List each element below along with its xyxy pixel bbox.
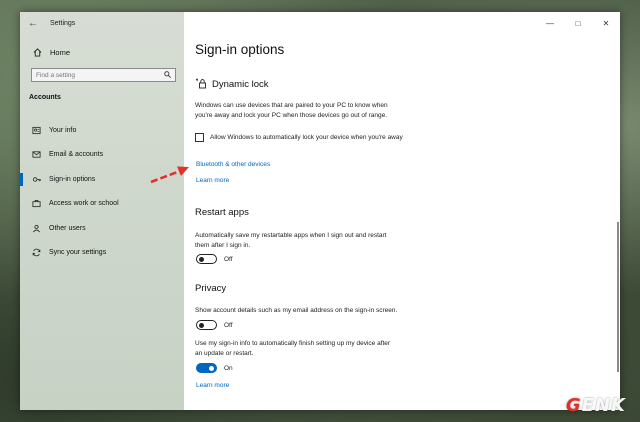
window-controls: — □ ✕ — [536, 12, 620, 34]
nav-home-label: Home — [50, 47, 71, 57]
nav-home[interactable]: Home — [20, 43, 184, 61]
page-title: Sign-in options — [195, 42, 285, 57]
sidebar-item-label: Email & accounts — [49, 151, 104, 159]
desc-line: an update or restart. — [195, 349, 254, 357]
desc-line: Use my sign-in info to automatically fin… — [195, 340, 391, 347]
dynamic-lock-checkbox[interactable] — [195, 133, 204, 142]
restart-apps-toggle-row: Off — [196, 254, 233, 264]
red-arrow-annotation — [150, 166, 189, 184]
privacy-title: Privacy — [195, 283, 227, 294]
genk-watermark: GENK — [566, 395, 626, 416]
privacy-description-1: Show account details such as my email ad… — [195, 307, 398, 314]
sidebar-item-access-work-school[interactable]: Access work or school — [20, 192, 184, 217]
dynamic-lock-checkbox-label: Allow Windows to automatically lock your… — [210, 134, 403, 141]
sign-in-info-toggle[interactable] — [196, 363, 217, 373]
dynamic-lock-learn-more-link[interactable]: Learn more — [196, 177, 229, 184]
mail-icon — [29, 150, 43, 159]
sidebar-item-other-users[interactable]: Other users — [20, 216, 184, 241]
desc-line: you're away and lock your PC when those … — [195, 111, 388, 119]
watermark-rest: ENK — [581, 395, 626, 416]
restart-apps-toggle-state: Off — [224, 255, 233, 263]
privacy-learn-more-link[interactable]: Learn more — [196, 382, 229, 389]
briefcase-icon — [29, 199, 43, 208]
bluetooth-devices-link[interactable]: Bluetooth & other devices — [196, 161, 270, 168]
back-arrow-icon: ← — [28, 17, 38, 29]
dynamic-lock-header: Dynamic lock — [195, 77, 269, 92]
titlebar: ← Settings — [20, 12, 184, 34]
search-input[interactable] — [36, 71, 156, 79]
sidebar-item-sync-settings[interactable]: Sync your settings — [20, 241, 184, 266]
toggle-knob — [199, 322, 204, 328]
home-icon — [30, 47, 44, 57]
account-details-toggle[interactable] — [196, 320, 217, 330]
minimize-button[interactable]: — — [536, 12, 564, 34]
settings-window: ← Settings Home Accounts Your info — [20, 12, 620, 410]
search-box[interactable] — [31, 68, 176, 82]
scrollbar[interactable] — [617, 222, 619, 372]
app-title: Settings — [50, 19, 76, 27]
sidebar: ← Settings Home Accounts Your info — [20, 12, 184, 410]
back-button[interactable]: ← — [20, 12, 46, 34]
person-icon — [29, 126, 43, 135]
sidebar-item-label: Sync your settings — [49, 249, 107, 257]
privacy-toggle-2-row: On — [196, 363, 233, 373]
toggle-knob — [209, 365, 214, 371]
restart-apps-toggle[interactable] — [196, 254, 217, 264]
restart-apps-description: Automatically save my restartable apps w… — [195, 231, 386, 250]
close-button[interactable]: ✕ — [592, 12, 620, 34]
sidebar-item-label: Other users — [49, 224, 86, 232]
sidebar-item-your-info[interactable]: Your info — [20, 118, 184, 143]
desc-line: Windows can use devices that are paired … — [195, 102, 388, 109]
people-icon — [29, 224, 43, 233]
toggle-knob — [199, 256, 204, 262]
sidebar-item-label: Your info — [49, 126, 77, 134]
section-label-accounts: Accounts — [29, 94, 61, 101]
minimize-icon: — — [546, 18, 554, 28]
privacy-toggle-1-row: Off — [196, 320, 233, 330]
sidebar-item-label: Access work or school — [49, 200, 119, 208]
dynamic-lock-checkbox-row[interactable]: Allow Windows to automatically lock your… — [195, 133, 403, 142]
nav-list: Your info Email & accounts Sign-in optio… — [20, 118, 184, 265]
desc-line: them after I sign in. — [195, 241, 251, 249]
maximize-icon: □ — [575, 18, 581, 28]
search-icon[interactable] — [164, 70, 171, 80]
sync-icon — [29, 248, 43, 257]
content-pane: — □ ✕ Sign-in options Dynamic lock Windo… — [184, 12, 620, 410]
watermark-g: G — [565, 395, 582, 416]
sidebar-item-label: Sign-in options — [49, 175, 96, 183]
privacy-description-2: Use my sign-in info to automatically fin… — [195, 339, 390, 358]
dynamic-lock-icon — [195, 77, 207, 92]
sign-in-info-toggle-state: On — [224, 364, 233, 372]
maximize-button[interactable]: □ — [564, 12, 592, 34]
restart-apps-title: Restart apps — [195, 207, 249, 218]
desc-line: Automatically save my restartable apps w… — [195, 232, 387, 239]
account-details-toggle-state: Off — [224, 321, 233, 329]
dynamic-lock-title: Dynamic lock — [212, 79, 269, 90]
dynamic-lock-description: Windows can use devices that are paired … — [195, 101, 388, 120]
key-icon — [29, 175, 43, 184]
close-icon: ✕ — [602, 18, 610, 28]
